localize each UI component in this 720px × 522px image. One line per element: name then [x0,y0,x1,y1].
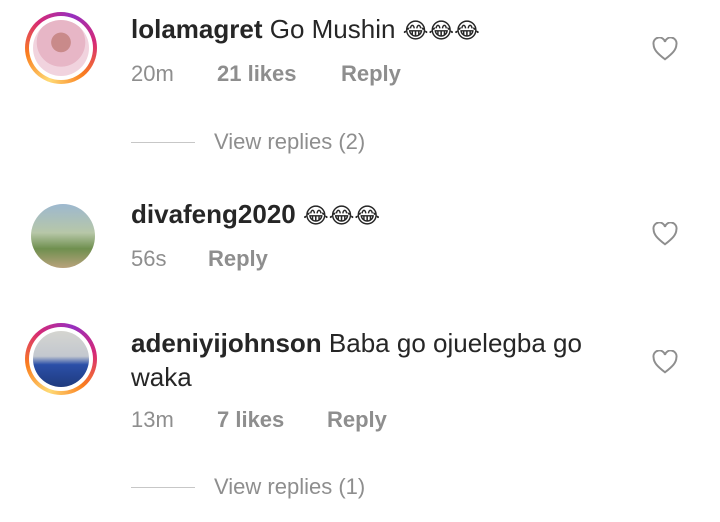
avatar [33,331,89,387]
emoji-laugh-icon: 😂😂😂 [402,18,480,43]
comment-likes[interactable]: 21 likes [217,61,297,87]
comment-time: 20m [131,61,174,86]
divider-line [131,142,195,143]
view-replies-label: View replies (1) [214,474,366,499]
avatar [33,20,89,76]
view-replies-link[interactable]: View replies (1) [131,474,431,504]
heart-outline-icon[interactable] [652,222,678,246]
heart-outline-icon[interactable] [652,37,678,61]
comment-body: lolamagret Go Mushin 😂😂😂 [131,12,651,48]
reply-button[interactable]: Reply [341,61,401,87]
reply-button[interactable]: Reply [208,246,268,272]
avatar-story-ring[interactable] [25,323,97,395]
avatar [31,204,95,268]
comment-username[interactable]: divafeng2020 [131,199,296,229]
comment-time: 56s [131,246,167,271]
comment-likes[interactable]: 7 likes [217,407,284,433]
divider-line [131,487,195,488]
avatar-story-ring[interactable] [25,12,97,84]
comment-body: divafeng2020 😂😂😂 [131,197,651,233]
comment-username[interactable]: lolamagret [131,14,263,44]
view-replies-label: View replies (2) [214,129,366,154]
reply-button[interactable]: Reply [327,407,387,433]
comment-body: adeniyijohnson Baba go ojuelegba go waka [131,326,611,394]
comment-time: 13m [131,407,174,432]
comment-username[interactable]: adeniyijohnson [131,328,322,358]
comment-text: Go Mushin [269,14,396,44]
view-replies-link[interactable]: View replies (2) [131,129,431,159]
emoji-laugh-icon: 😂😂😂 [302,203,381,228]
avatar-story-ring[interactable] [25,198,97,270]
heart-outline-icon[interactable] [652,350,678,374]
